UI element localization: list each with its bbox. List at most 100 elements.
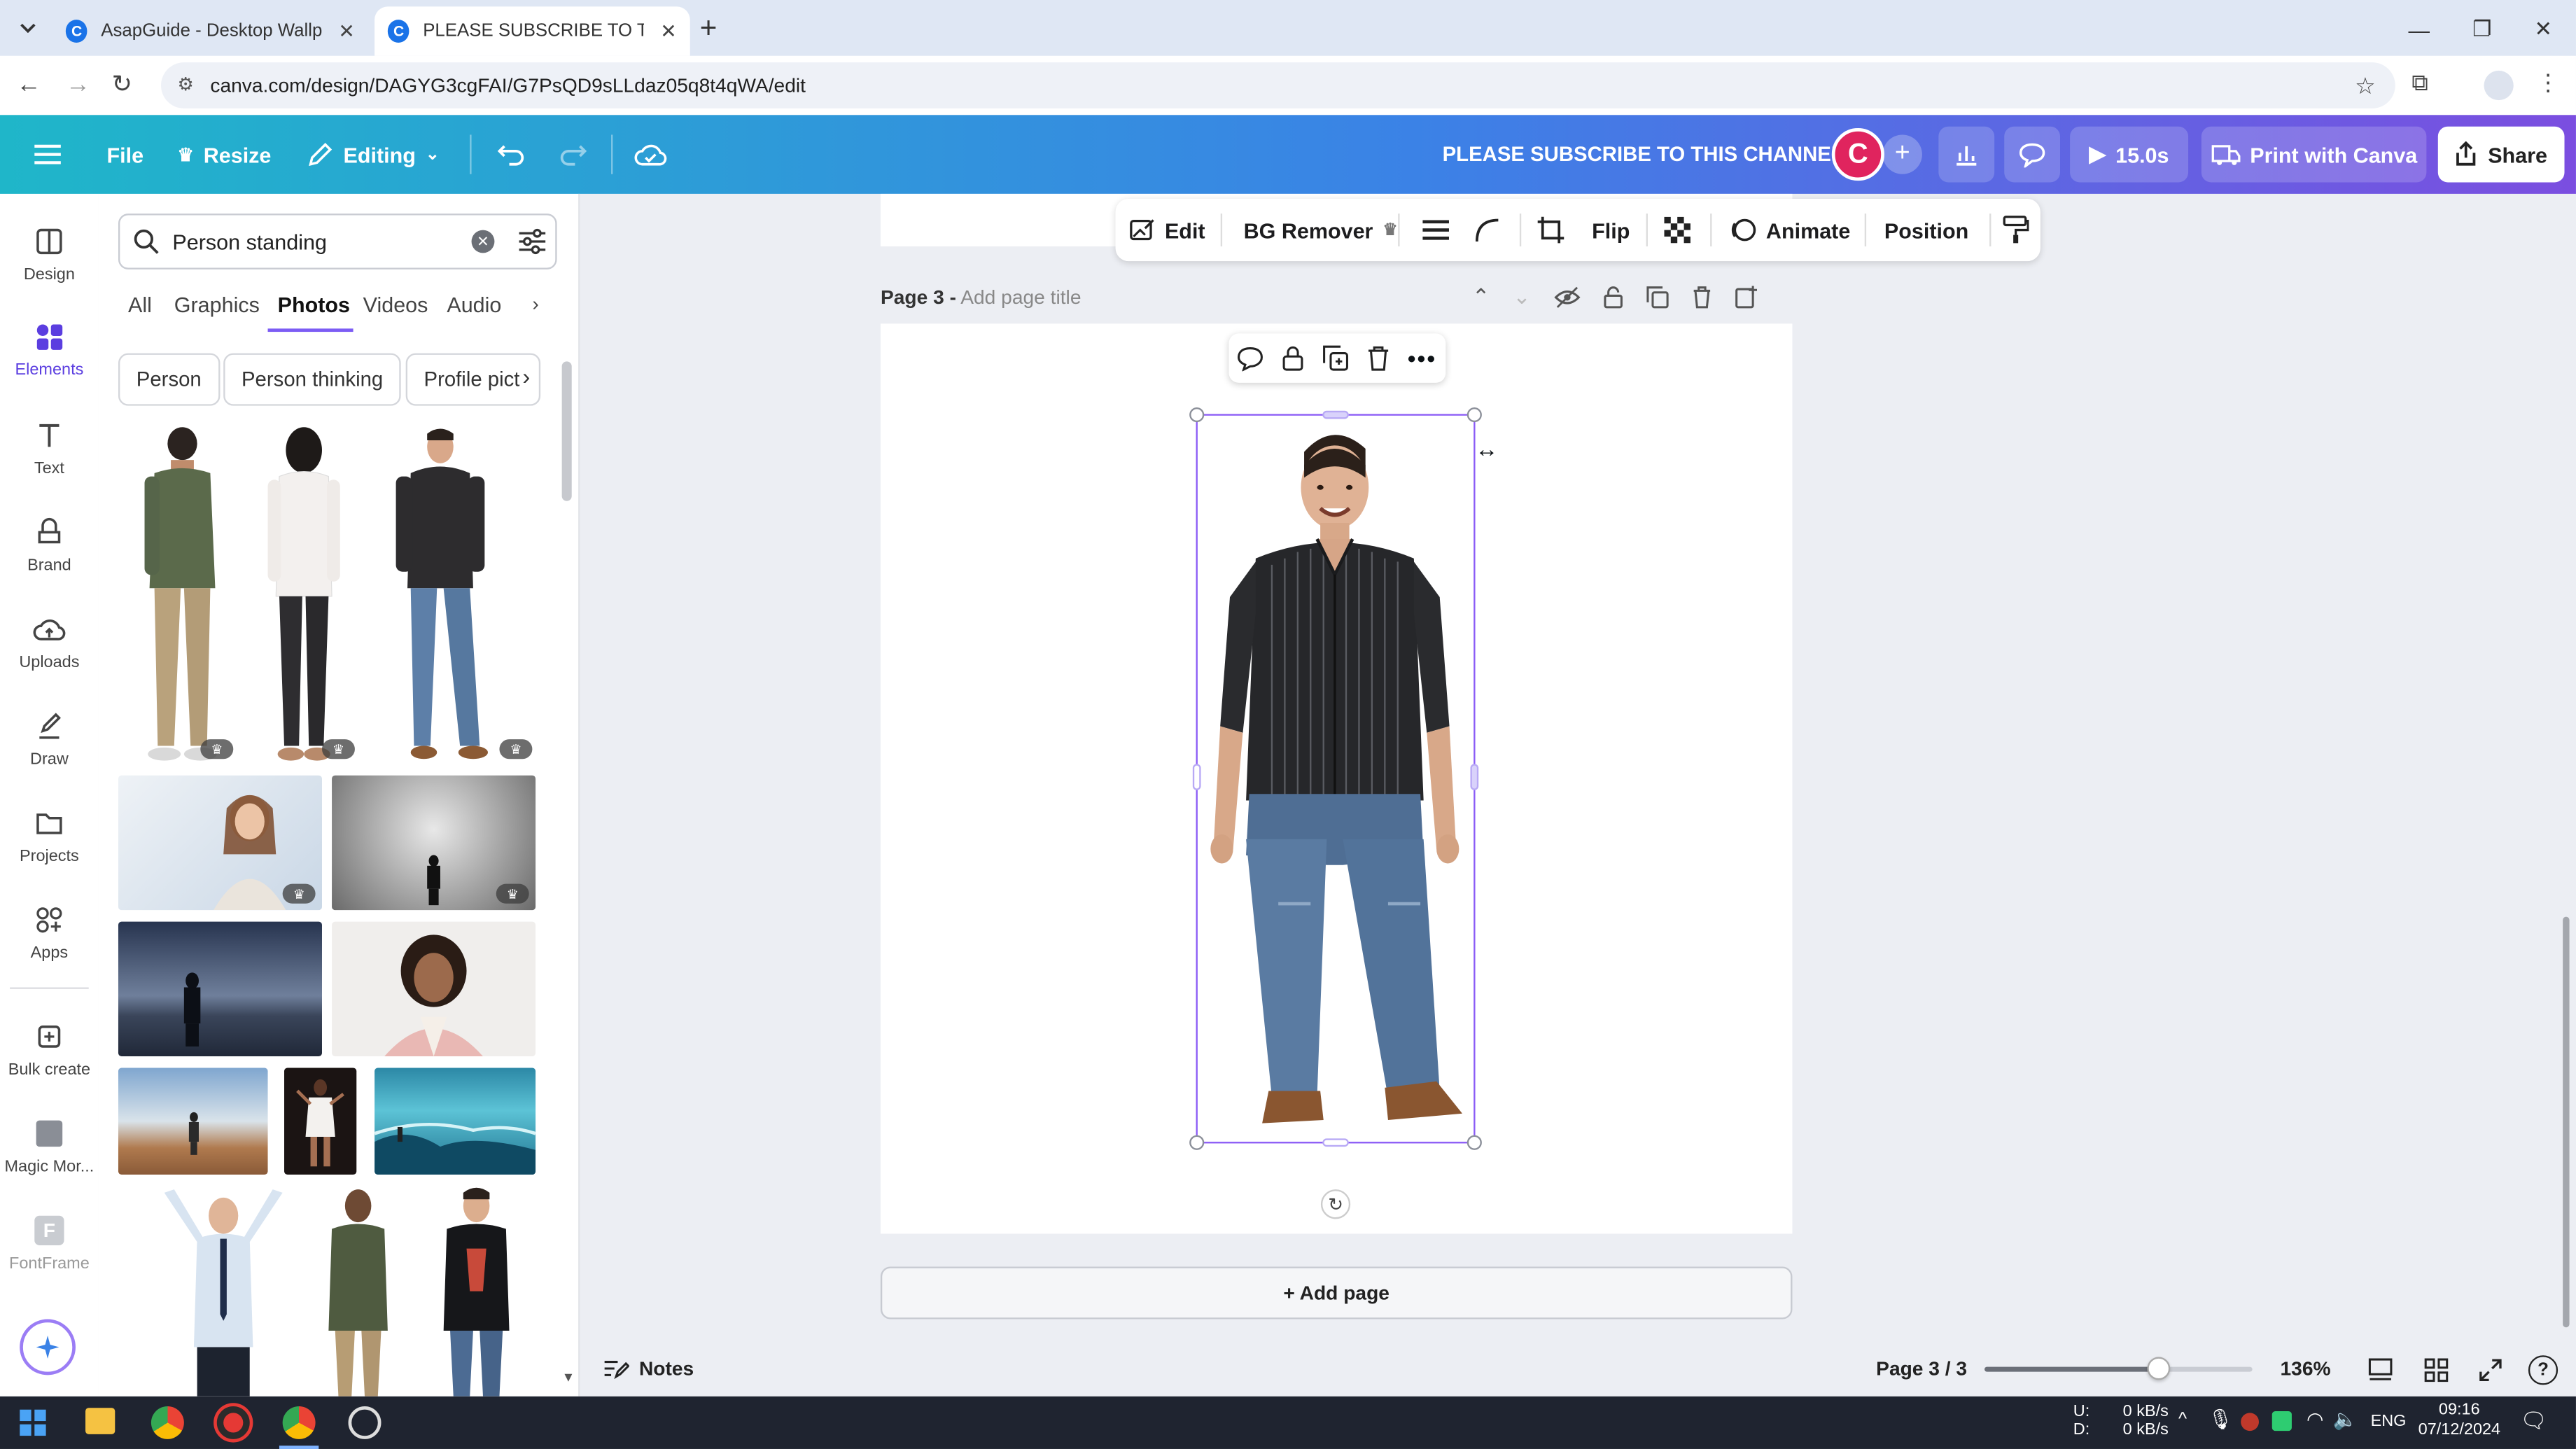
- resize-handle-bottom-left[interactable]: [1189, 1135, 1205, 1150]
- design-title[interactable]: PLEASE SUBSCRIBE TO THIS CHANNEL: [1443, 128, 1844, 181]
- close-window-icon[interactable]: ✕: [2534, 16, 2552, 43]
- page-down-icon[interactable]: ⌄: [1513, 284, 1531, 311]
- trash-icon[interactable]: [1367, 345, 1390, 372]
- present-button[interactable]: ▶ 15.0s: [2070, 126, 2189, 183]
- animate-button[interactable]: Animate: [1730, 199, 1850, 261]
- language-indicator[interactable]: ENG: [2371, 1413, 2407, 1431]
- resize-button[interactable]: ♛ Resize: [177, 128, 271, 181]
- photo-thumbnail[interactable]: ♛: [246, 424, 361, 766]
- photo-thumbnail[interactable]: [374, 1068, 536, 1175]
- forward-icon[interactable]: →: [66, 71, 90, 99]
- wifi-icon[interactable]: ◠: [2306, 1408, 2324, 1431]
- main-menu-icon[interactable]: [33, 128, 62, 181]
- reload-icon[interactable]: ↻: [112, 69, 133, 99]
- corner-rounding-button[interactable]: [1474, 199, 1500, 261]
- clock-app-icon[interactable]: [348, 1406, 382, 1439]
- editor-scrollbar-thumb[interactable]: [2563, 916, 2570, 1328]
- lock-icon[interactable]: [1282, 345, 1305, 372]
- tab-list-chevron-icon[interactable]: [13, 13, 43, 43]
- rail-uploads[interactable]: Uploads: [0, 611, 99, 672]
- new-tab-icon[interactable]: +: [700, 11, 718, 46]
- scroll-down-arrow-icon[interactable]: ▼: [562, 1370, 575, 1385]
- chrome-active-icon[interactable]: [282, 1406, 316, 1439]
- page-title-input[interactable]: Add page title: [960, 286, 1081, 309]
- notes-button[interactable]: Notes: [603, 1357, 694, 1380]
- back-icon[interactable]: ←: [16, 71, 41, 99]
- record-tray-icon[interactable]: [2241, 1413, 2259, 1432]
- zoom-slider-knob[interactable]: [2147, 1357, 2171, 1380]
- tab-all[interactable]: All: [128, 293, 152, 317]
- clock[interactable]: 09:16 07/12/2024: [2418, 1401, 2500, 1441]
- rail-text[interactable]: Text: [0, 417, 99, 478]
- volume-icon[interactable]: 🔈: [2333, 1408, 2358, 1431]
- browser-tab-active[interactable]: C PLEASE SUBSCRIBE TO THIS CH ✕: [374, 6, 690, 56]
- photo-thumbnail[interactable]: ♛: [332, 775, 536, 911]
- photo-thumbnail[interactable]: [118, 1068, 268, 1175]
- photo-thumbnail[interactable]: [332, 921, 536, 1057]
- print-with-canva-button[interactable]: Print with Canva: [2201, 126, 2427, 183]
- tab-videos[interactable]: Videos: [363, 293, 428, 317]
- add-collaborator-icon[interactable]: +: [1882, 134, 1922, 174]
- border-style-button[interactable]: [1421, 199, 1450, 261]
- delete-page-icon[interactable]: [1692, 286, 1712, 309]
- tab-audio[interactable]: Audio: [447, 293, 501, 317]
- tray-app-icon[interactable]: [2272, 1410, 2292, 1432]
- chips-scroll-right-icon[interactable]: ›: [522, 363, 530, 390]
- bg-remover-button[interactable]: BG Remover ♛: [1244, 199, 1398, 261]
- resize-handle-top-left[interactable]: [1189, 407, 1205, 423]
- page-view-icon[interactable]: [2367, 1357, 2394, 1384]
- microphone-icon[interactable]: 🎙: [2208, 1408, 2233, 1431]
- suggestion-chip[interactable]: Profile pict: [405, 353, 541, 406]
- user-avatar[interactable]: C: [1831, 128, 1884, 181]
- resize-handle-top-right[interactable]: [1466, 407, 1482, 423]
- file-menu-button[interactable]: File: [107, 128, 144, 181]
- copy-style-button[interactable]: [2003, 199, 2029, 261]
- lock-page-icon[interactable]: [1603, 286, 1623, 309]
- tray-chevron-icon[interactable]: ^: [2178, 1410, 2187, 1429]
- insights-button[interactable]: [1938, 126, 1995, 183]
- photo-thumbnail[interactable]: ♛: [118, 775, 322, 911]
- minimize-icon[interactable]: —: [2409, 18, 2430, 42]
- photo-thumbnail[interactable]: [284, 1068, 357, 1175]
- add-page-icon[interactable]: [1735, 286, 1758, 309]
- notifications-icon[interactable]: 🗨: [2520, 1408, 2547, 1434]
- rotate-handle-icon[interactable]: ↻: [1320, 1189, 1351, 1219]
- suggestion-chip[interactable]: Person thinking: [223, 353, 402, 406]
- tabs-scroll-right-icon[interactable]: ›: [532, 293, 538, 316]
- browser-menu-icon[interactable]: ⋮: [2537, 69, 2560, 97]
- hide-page-icon[interactable]: [1553, 286, 1581, 309]
- photo-thumbnail[interactable]: [118, 921, 322, 1057]
- fullscreen-icon[interactable]: [2477, 1357, 2504, 1384]
- photo-thumbnail[interactable]: [148, 1183, 299, 1396]
- resize-handle-top[interactable]: [1322, 410, 1349, 419]
- file-explorer-icon[interactable]: [85, 1408, 115, 1434]
- save-status-button[interactable]: [634, 128, 667, 181]
- rail-magic-morph[interactable]: Magic Mor...: [0, 1116, 99, 1176]
- windows-start-icon[interactable]: [20, 1409, 46, 1436]
- position-button[interactable]: Position: [1884, 199, 1968, 261]
- add-page-button[interactable]: + Add page: [880, 1266, 1793, 1320]
- editing-mode-button[interactable]: Editing ⌄: [307, 128, 440, 181]
- page-up-icon[interactable]: ⌃: [1472, 284, 1490, 311]
- design-page[interactable]: ••• ↔ ↻: [880, 323, 1793, 1234]
- tab-photos[interactable]: Photos: [278, 293, 350, 317]
- rail-draw[interactable]: Draw: [0, 708, 99, 769]
- tab-graphics[interactable]: Graphics: [174, 293, 260, 317]
- flip-button[interactable]: Flip: [1592, 199, 1630, 261]
- suggestion-chip[interactable]: Person: [118, 353, 220, 406]
- photo-thumbnail[interactable]: ♛: [125, 424, 239, 766]
- profile-avatar[interactable]: [2484, 70, 2514, 101]
- selected-image-frame[interactable]: [1189, 407, 1482, 1150]
- rail-fontframe[interactable]: F FontFrame: [0, 1212, 99, 1273]
- rail-elements[interactable]: Elements: [0, 318, 99, 379]
- rail-projects[interactable]: Projects: [0, 805, 99, 866]
- url-field[interactable]: ⚙ canva.com/design/DAGYG3cgFAI/G7PsQD9sL…: [160, 62, 2395, 108]
- rail-design[interactable]: Design: [0, 223, 99, 284]
- zoom-slider[interactable]: [1984, 1357, 2253, 1380]
- grid-view-icon[interactable]: [2423, 1357, 2450, 1384]
- undo-button[interactable]: [496, 128, 526, 181]
- rail-bulk-create[interactable]: Bulk create: [0, 1018, 99, 1079]
- panel-scrollbar[interactable]: [560, 342, 573, 1393]
- resize-handle-bottom-right[interactable]: [1466, 1135, 1482, 1150]
- rail-apps[interactable]: Apps: [0, 902, 99, 962]
